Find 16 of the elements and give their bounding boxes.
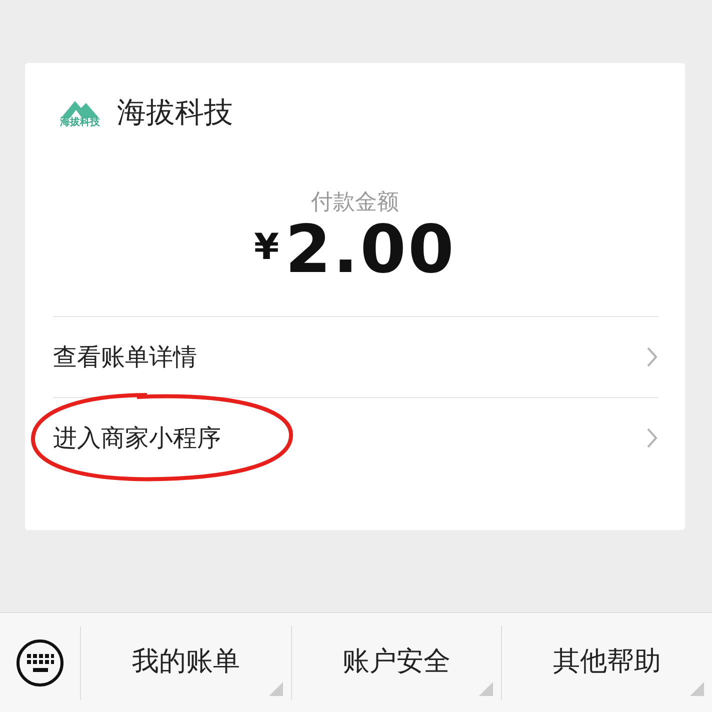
action-row[interactable]: 进入商家小程序 bbox=[53, 396, 658, 478]
menu-tab[interactable]: 其他帮助 bbox=[501, 626, 712, 700]
corner-triangle-icon bbox=[268, 682, 283, 696]
merchant-logo: 海拔科技 bbox=[57, 98, 103, 128]
action-row[interactable]: 查看账单详情 bbox=[53, 316, 658, 397]
amount-label: 付款金额 bbox=[311, 190, 399, 215]
corner-triangle-icon bbox=[479, 682, 494, 696]
menu-tab[interactable]: 账户安全 bbox=[290, 626, 502, 700]
chevron-icon bbox=[646, 426, 658, 449]
corner-triangle-icon bbox=[690, 682, 704, 696]
amount-value: 2.00 bbox=[285, 214, 456, 284]
menu-tab[interactable]: 我的账单 bbox=[80, 626, 291, 700]
currency-symbol: ¥ bbox=[254, 226, 280, 270]
chevron-icon bbox=[646, 346, 658, 368]
keyboard-icon[interactable] bbox=[15, 638, 65, 688]
merchant-name: 海拔科技 bbox=[117, 94, 233, 131]
